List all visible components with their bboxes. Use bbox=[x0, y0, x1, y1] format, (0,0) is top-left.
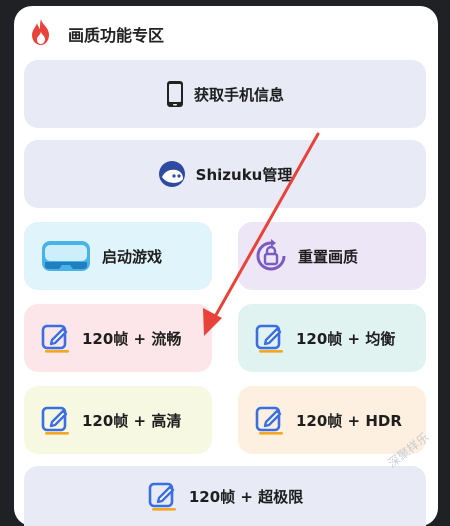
reset-quality-label: 重置画质 bbox=[298, 247, 359, 266]
fps120-hdr-label: 120帧 + HDR bbox=[296, 411, 402, 430]
edit-icon bbox=[148, 482, 176, 511]
section-title: 画质功能专区 bbox=[68, 26, 165, 45]
vr-headset-icon bbox=[42, 241, 90, 271]
shizuku-label: Shizuku管理 bbox=[195, 165, 293, 184]
edit-icon bbox=[255, 324, 283, 353]
fps120-balanced-button[interactable]: 120帧 + 均衡 bbox=[238, 304, 426, 372]
start-game-button[interactable]: 启动游戏 bbox=[24, 222, 212, 290]
fps120-smooth-button[interactable]: 120帧 + 流畅 bbox=[24, 304, 212, 372]
shizuku-avatar-icon bbox=[158, 161, 185, 187]
phone-icon bbox=[166, 81, 183, 107]
start-game-label: 启动游戏 bbox=[102, 247, 163, 266]
edit-icon bbox=[41, 324, 69, 353]
fps120-balanced-label: 120帧 + 均衡 bbox=[296, 329, 396, 348]
reset-quality-button[interactable]: 重置画质 bbox=[238, 222, 426, 290]
fps120-hdr-button[interactable]: 120帧 + HDR bbox=[238, 386, 426, 454]
fps120-hd-button[interactable]: 120帧 + 高清 bbox=[24, 386, 212, 454]
device-info-button[interactable]: 获取手机信息 bbox=[24, 60, 426, 128]
shizuku-button[interactable]: Shizuku管理 bbox=[24, 140, 426, 208]
quality-panel: 画质功能专区 获取手机信息 Shizuku管理 启动游戏 重置画质 120帧 +… bbox=[14, 6, 438, 526]
edit-icon bbox=[41, 406, 69, 435]
edit-icon bbox=[255, 406, 283, 435]
fps120-hd-label: 120帧 + 高清 bbox=[82, 411, 182, 430]
lock-refresh-icon bbox=[256, 239, 286, 271]
fps120-extreme-label: 120帧 + 超极限 bbox=[188, 487, 304, 506]
section-header: 画质功能专区 bbox=[14, 6, 438, 58]
flame-icon bbox=[32, 19, 49, 45]
fps120-extreme-button[interactable]: 120帧 + 超极限 bbox=[24, 466, 426, 526]
device-info-label: 获取手机信息 bbox=[193, 85, 284, 104]
fps120-smooth-label: 120帧 + 流畅 bbox=[82, 329, 182, 348]
